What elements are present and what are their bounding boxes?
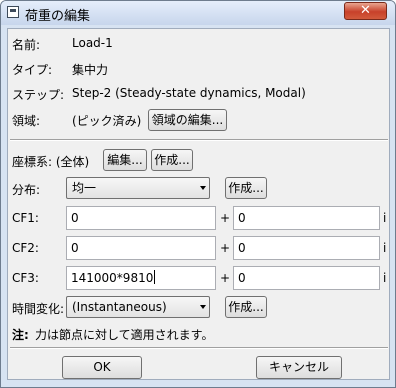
cf3-imag-unit: i — [383, 271, 387, 285]
ok-button[interactable]: OK — [62, 356, 142, 379]
amplitude-label: 時間変化: — [12, 302, 65, 316]
chevron-down-icon[interactable] — [200, 300, 207, 314]
cf1-label: CF1: — [12, 211, 39, 225]
amplitude-create-button[interactable]: 作成... — [225, 296, 267, 318]
csys-label: 座標系: (全体) — [12, 155, 90, 169]
text-cursor — [154, 270, 156, 284]
type-label: タイプ: — [12, 63, 53, 77]
cf2-imag-input[interactable]: 0 — [233, 236, 380, 260]
cf1-imag-input[interactable]: 0 — [233, 206, 380, 230]
note-text: 力は節点に対して適用されます。 — [35, 328, 214, 342]
cf2-plus: + — [220, 241, 231, 255]
cf3-plus: + — [220, 271, 231, 285]
cf3-real-input[interactable]: 141000*9810 — [66, 266, 216, 290]
region-label: 領域: — [12, 114, 41, 128]
csys-create-button[interactable]: 作成... — [151, 149, 193, 171]
csys-edit-button[interactable]: 編集... — [103, 149, 147, 171]
amplitude-select[interactable]: (Instantaneous) — [66, 296, 210, 318]
dialog-body: 名前: Load-1 タイプ: 集中力 ステップ: Step-2 (Steady… — [7, 28, 390, 380]
region-value: (ピック済み) — [72, 114, 142, 128]
name-label: 名前: — [12, 38, 41, 52]
distribution-selected: 均一 — [72, 181, 97, 195]
edit-region-button[interactable]: 領域の編集... — [148, 109, 227, 131]
type-value: 集中力 — [72, 63, 109, 77]
cancel-button[interactable]: キャンセル — [256, 356, 342, 379]
cf1-real-input[interactable]: 0 — [66, 206, 216, 230]
window-icon — [7, 6, 19, 18]
distribution-label: 分布: — [12, 183, 41, 197]
edit-load-dialog: 荷重の編集 ✕ 名前: Load-1 タイプ: 集中力 ステップ: Step-2… — [0, 0, 396, 388]
close-button[interactable]: ✕ — [344, 2, 387, 20]
step-label: ステップ: — [12, 88, 65, 102]
cf1-plus: + — [220, 211, 231, 225]
cf2-real-input[interactable]: 0 — [66, 236, 216, 260]
note-label: 注: — [12, 328, 29, 342]
title-bar[interactable]: 荷重の編集 ✕ — [1, 1, 395, 25]
separator — [10, 139, 388, 141]
distribution-create-button[interactable]: 作成... — [225, 177, 267, 199]
cf2-imag-unit: i — [383, 241, 387, 255]
separator — [10, 347, 388, 349]
cf1-imag-unit: i — [383, 211, 387, 225]
window-title: 荷重の編集 — [25, 9, 91, 24]
amplitude-selected: (Instantaneous) — [72, 300, 167, 314]
chevron-down-icon[interactable] — [200, 181, 207, 195]
step-value: Step-2 (Steady-state dynamics, Modal) — [72, 86, 306, 100]
cf3-real-value: 141000*9810 — [71, 271, 154, 285]
name-value: Load-1 — [72, 36, 113, 50]
cf3-imag-input[interactable]: 0 — [233, 266, 380, 290]
cf3-label: CF3: — [12, 271, 39, 285]
cf2-label: CF2: — [12, 241, 39, 255]
distribution-select[interactable]: 均一 — [66, 177, 210, 199]
